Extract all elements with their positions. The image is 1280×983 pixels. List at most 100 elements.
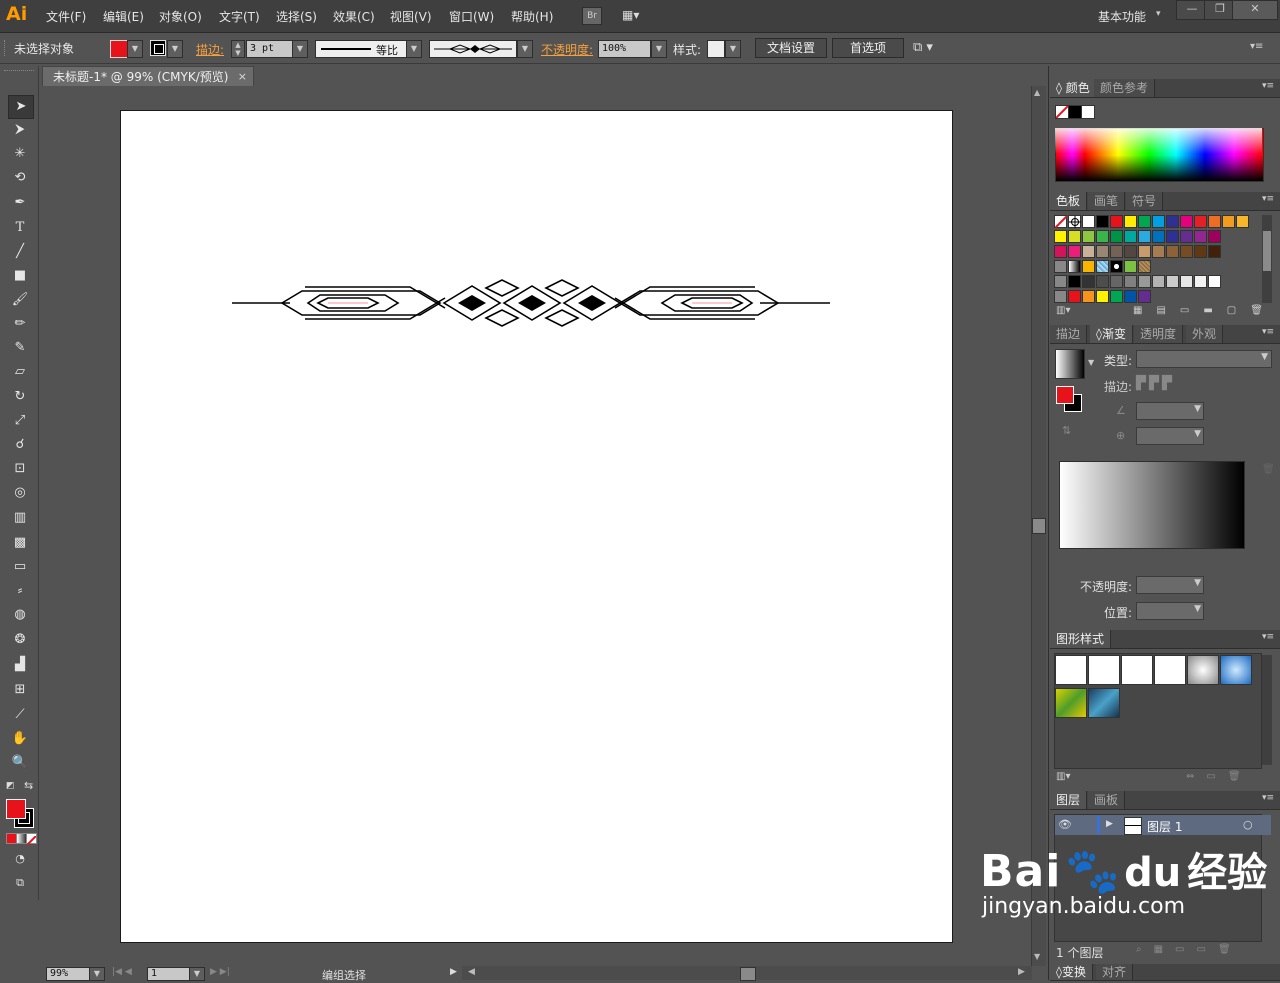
swatch[interactable]: [1096, 215, 1109, 228]
opacity-field[interactable]: 100%: [598, 40, 651, 58]
brush-definition[interactable]: [429, 40, 517, 58]
profile-dropdown[interactable]: ▼: [406, 40, 422, 58]
gradient-opacity-field[interactable]: ▼: [1136, 576, 1204, 594]
swatch[interactable]: [1138, 215, 1151, 228]
rectangle-tool-icon[interactable]: ■: [8, 265, 32, 287]
panel-menu-icon[interactable]: ▾≡: [1250, 41, 1263, 52]
swatches-scrollbar[interactable]: [1262, 215, 1272, 303]
artboard[interactable]: [120, 110, 953, 943]
menu-window[interactable]: 窗口(W): [449, 8, 494, 25]
tab-color-guide[interactable]: 颜色参考: [1094, 79, 1156, 97]
swatch[interactable]: [1124, 230, 1137, 243]
arrange-documents-icon[interactable]: ▦▾: [622, 8, 648, 22]
zoom-tool-icon[interactable]: 🔍: [8, 752, 32, 774]
none-mode-icon[interactable]: [26, 833, 37, 846]
shape-builder-tool-icon[interactable]: ◎: [8, 482, 32, 504]
swatch[interactable]: [1166, 215, 1179, 228]
graphic-style-texture-yellow[interactable]: [1055, 688, 1087, 718]
swatch[interactable]: [1236, 215, 1249, 228]
style-dropdown[interactable]: ▼: [725, 40, 741, 58]
swatch[interactable]: [1082, 275, 1095, 288]
swatch-libraries-icon[interactable]: ▥▾: [1056, 305, 1070, 316]
direct-selection-tool-icon[interactable]: ⮞: [8, 119, 32, 141]
screen-mode-icon[interactable]: ⧉: [8, 872, 32, 894]
black-color-icon[interactable]: [1068, 105, 1082, 119]
pencil-tool-icon[interactable]: ✏: [8, 313, 32, 335]
tab-layers[interactable]: 图层: [1050, 791, 1088, 809]
swatch[interactable]: [1166, 275, 1179, 288]
swatch[interactable]: [1166, 230, 1179, 243]
graphic-style-shadow[interactable]: [1154, 655, 1186, 685]
swatch[interactable]: [1082, 245, 1095, 258]
tab-appearance[interactable]: 外观: [1186, 325, 1224, 343]
swatch[interactable]: [1110, 230, 1123, 243]
pen-tool-icon[interactable]: ✒: [8, 192, 32, 214]
tab-stroke[interactable]: 描边: [1050, 325, 1088, 343]
swatch-registration[interactable]: [1068, 215, 1081, 228]
white-color-icon[interactable]: [1081, 105, 1095, 119]
symbol-sprayer-tool-icon[interactable]: ❂: [8, 629, 32, 651]
swatch[interactable]: [1152, 275, 1165, 288]
eraser-tool-icon[interactable]: ▱: [8, 361, 32, 383]
mesh-tool-icon[interactable]: ▩: [8, 532, 32, 554]
preferences-button[interactable]: 首选项: [832, 38, 904, 58]
swatch-pattern[interactable]: [1096, 260, 1109, 273]
menu-file[interactable]: 文件(F): [46, 8, 86, 25]
swatch-pattern[interactable]: [1138, 260, 1151, 273]
stroke-gradient-modes-icon[interactable]: ▛▛▛: [1136, 376, 1206, 394]
fill-color-swatch[interactable]: [110, 40, 128, 58]
close-window-button[interactable]: ✕: [1232, 0, 1278, 20]
graphic-style-none[interactable]: [1088, 655, 1120, 685]
visibility-eye-icon[interactable]: 👁: [1058, 818, 1072, 831]
gradient-position-field[interactable]: ▼: [1136, 602, 1204, 620]
swatch-actions-icons[interactable]: ▦▤▭▬▢🗑: [1133, 305, 1277, 316]
swatch[interactable]: [1208, 275, 1221, 288]
panel-menu-icon[interactable]: ▾≡: [1262, 793, 1274, 803]
rotate-tool-icon[interactable]: ↻: [8, 386, 32, 408]
tab-transparency[interactable]: 透明度: [1134, 325, 1184, 343]
swatch[interactable]: [1208, 230, 1221, 243]
stroke-label[interactable]: 描边:: [196, 41, 224, 58]
tab-swatches[interactable]: 色板: [1050, 192, 1088, 210]
graphic-style-blue[interactable]: [1220, 655, 1252, 685]
swatch-pattern[interactable]: [1110, 260, 1123, 273]
swatch[interactable]: [1110, 290, 1123, 303]
layer-target-icon[interactable]: ○: [1243, 818, 1253, 831]
default-colors-icon[interactable]: ◩: [6, 781, 15, 791]
blend-tool-icon[interactable]: ◍: [8, 604, 32, 626]
menu-type[interactable]: 文字(T): [219, 8, 260, 25]
tab-artboards[interactable]: 画板: [1088, 791, 1126, 809]
graphic-styles-scrollbar[interactable]: [1262, 655, 1272, 765]
menu-view[interactable]: 视图(V): [390, 8, 432, 25]
layer-actions-icons[interactable]: ⌕▦▭▭🗑: [1136, 944, 1243, 955]
align-options-icon[interactable]: ⧉ ▾: [913, 40, 933, 55]
tab-gradient[interactable]: ◊渐变: [1090, 325, 1133, 343]
menu-help[interactable]: 帮助(H): [511, 8, 553, 25]
menu-edit[interactable]: 编辑(E): [103, 8, 144, 25]
delete-stop-icon[interactable]: 🗑: [1262, 464, 1275, 475]
swatch[interactable]: [1110, 215, 1123, 228]
swatch[interactable]: [1138, 245, 1151, 258]
column-graph-tool-icon[interactable]: ▟: [8, 654, 32, 676]
swatch[interactable]: [1180, 215, 1193, 228]
expand-layer-icon[interactable]: ▶: [1106, 819, 1113, 829]
swatch[interactable]: [1124, 275, 1137, 288]
artboard-tool-icon[interactable]: ⊞: [8, 679, 32, 701]
scroll-left-icon[interactable]: ◀: [468, 967, 475, 977]
menu-object[interactable]: 对象(O): [159, 8, 202, 25]
opacity-dropdown[interactable]: ▼: [651, 40, 667, 58]
paintbrush-tool-icon[interactable]: 🖌: [8, 289, 32, 311]
swatch[interactable]: [1096, 245, 1109, 258]
panel-menu-icon[interactable]: ▾≡: [1262, 632, 1274, 642]
swap-colors-icon[interactable]: ⇆: [24, 779, 33, 792]
swatch[interactable]: [1222, 215, 1235, 228]
graphic-style-actions-icons[interactable]: ⇔▭🗑: [1186, 771, 1253, 782]
gradient-aspect-field[interactable]: ▼: [1136, 427, 1204, 445]
stroke-weight-stepper[interactable]: ▲ ▼: [231, 40, 245, 58]
graphic-style-libraries-icon[interactable]: ▥▾: [1056, 771, 1070, 782]
tab-transform[interactable]: ◊变换: [1050, 964, 1093, 980]
panel-menu-icon[interactable]: ▾≡: [1262, 81, 1274, 91]
swatch[interactable]: [1096, 275, 1109, 288]
layer-name[interactable]: 图层 1: [1147, 818, 1182, 835]
swatch-pattern[interactable]: [1068, 260, 1081, 273]
